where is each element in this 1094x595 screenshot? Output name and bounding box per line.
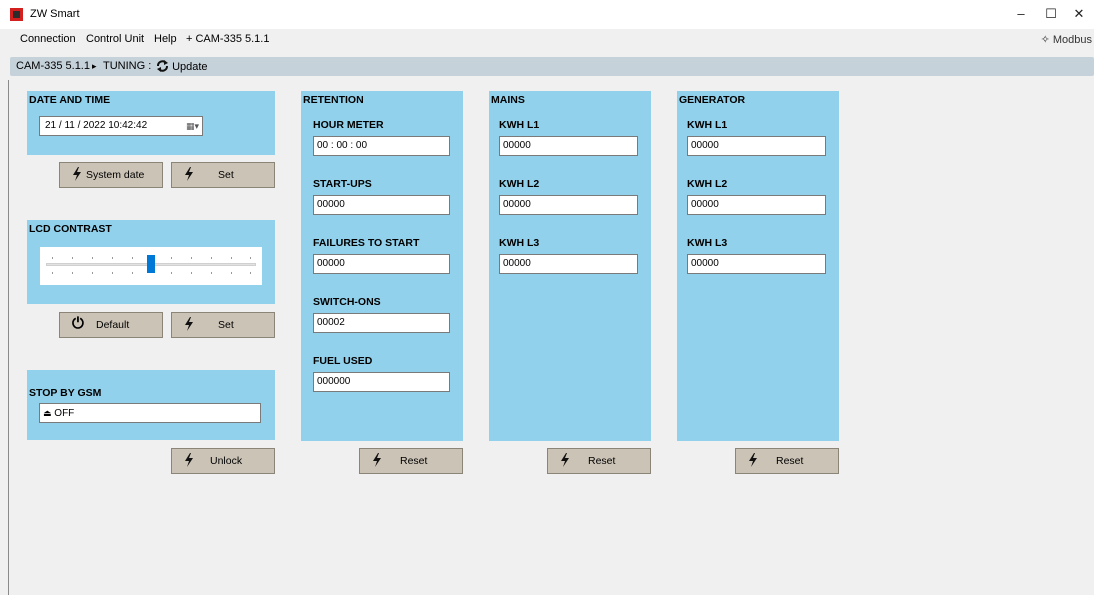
close-button[interactable]: ✕ (1064, 4, 1094, 24)
retention-reset-button[interactable]: Reset (359, 448, 463, 474)
protocol-indicator: ✧ Modbus (1040, 34, 1092, 46)
switchons-label: SWITCH-ONS (313, 296, 381, 308)
date-time-picker[interactable]: 21 / 11 / 2022 10:42:42 ▦▾ (39, 116, 203, 136)
lightning-icon (184, 167, 194, 184)
unlock-label: Unlock (210, 455, 243, 467)
switchons-field[interactable]: 00002 (313, 313, 450, 333)
panel-title: RETENTION (303, 94, 364, 106)
mains-l2-field[interactable]: 00000 (499, 195, 638, 215)
generator-reset-label: Reset (776, 455, 804, 467)
fuel-field[interactable]: 000000 (313, 372, 450, 392)
breadcrumb: CAM-335 5.1.1 ▸ TUNING : Update (10, 57, 1094, 76)
default-button[interactable]: ⏻ Default (59, 312, 163, 338)
app-window: ZW Smart – ☐ ✕ Connection Control Unit H… (0, 0, 1094, 595)
contrast-set-label: Set (218, 319, 234, 331)
generator-l3-label: KWH L3 (687, 237, 728, 249)
generator-l3-field[interactable]: 00000 (687, 254, 826, 274)
generator-l1-field[interactable]: 00000 (687, 136, 826, 156)
lightning-icon (184, 453, 194, 470)
contrast-slider[interactable] (40, 247, 262, 285)
menu-control-unit[interactable]: Control Unit (86, 33, 144, 45)
failures-label: FAILURES TO START (313, 237, 420, 249)
mains-reset-button[interactable]: Reset (547, 448, 651, 474)
lock-icon: ⏏ (43, 408, 52, 418)
calendar-dropdown-icon[interactable]: ▦▾ (186, 117, 199, 135)
lightning-icon (184, 317, 194, 334)
gsm-status-value: OFF (54, 408, 75, 419)
startups-field[interactable]: 00000 (313, 195, 450, 215)
mains-l1-label: KWH L1 (499, 119, 540, 131)
menu-bar: Connection Control Unit Help + CAM-335 5… (0, 29, 1094, 51)
maximize-button[interactable]: ☐ (1036, 4, 1066, 24)
panel-title: MAINS (491, 94, 525, 106)
date-time-value: 21 / 11 / 2022 10:42:42 (45, 120, 148, 131)
generator-panel: GENERATOR KWH L1 00000 KWH L2 00000 KWH … (677, 91, 839, 441)
generator-l2-field[interactable]: 00000 (687, 195, 826, 215)
contrast-set-button[interactable]: Set (171, 312, 275, 338)
update-button[interactable]: Update (156, 60, 316, 73)
panel-title: STOP BY GSM (29, 387, 102, 399)
window-title: ZW Smart (30, 8, 80, 20)
title-bar: ZW Smart – ☐ ✕ (0, 0, 1094, 29)
system-date-button[interactable]: System date (59, 162, 163, 188)
lightning-icon (72, 167, 82, 184)
default-label: Default (96, 319, 130, 331)
generator-reset-button[interactable]: Reset (735, 448, 839, 474)
mains-panel: MAINS KWH L1 00000 KWH L2 00000 KWH L3 0… (489, 91, 651, 441)
content-left-border (8, 80, 9, 595)
startups-label: START-UPS (313, 178, 372, 190)
retention-panel: RETENTION HOUR METER 00 : 00 : 00 START-… (301, 91, 463, 441)
date-set-button[interactable]: Set (171, 162, 275, 188)
date-set-label: Set (218, 169, 234, 181)
mains-reset-label: Reset (588, 455, 616, 467)
refresh-icon (157, 60, 168, 72)
unlock-button[interactable]: Unlock (171, 448, 275, 474)
mains-l2-label: KWH L2 (499, 178, 540, 190)
fuel-label: FUEL USED (313, 355, 373, 367)
breadcrumb-section: TUNING : (103, 60, 152, 72)
app-logo-icon (10, 8, 23, 21)
retention-reset-label: Reset (400, 455, 428, 467)
mains-l3-field[interactable]: 00000 (499, 254, 638, 274)
update-label: Update (172, 61, 208, 73)
menu-help[interactable]: Help (154, 33, 177, 45)
minimize-button[interactable]: – (1006, 4, 1036, 24)
panel-title: LCD CONTRAST (29, 223, 112, 235)
stop-by-gsm-panel: STOP BY GSM ⏏ OFF (27, 370, 275, 440)
lightning-icon (560, 453, 570, 470)
mains-l3-label: KWH L3 (499, 237, 540, 249)
failures-field[interactable]: 00000 (313, 254, 450, 274)
generator-l2-label: KWH L2 (687, 178, 728, 190)
hour-meter-field[interactable]: 00 : 00 : 00 (313, 136, 450, 156)
lightning-icon (748, 453, 758, 470)
system-date-label: System date (86, 169, 145, 181)
slider-thumb[interactable] (147, 255, 155, 273)
lightning-icon (372, 453, 382, 470)
hour-meter-label: HOUR METER (313, 119, 384, 131)
generator-l1-label: KWH L1 (687, 119, 728, 131)
mains-l1-field[interactable]: 00000 (499, 136, 638, 156)
panel-title: GENERATOR (679, 94, 746, 106)
power-icon: ⏻ (72, 315, 84, 332)
breadcrumb-separator: ▸ (92, 61, 97, 71)
menu-device-tab[interactable]: + CAM-335 5.1.1 (186, 33, 269, 45)
gsm-status-field[interactable]: ⏏ OFF (39, 403, 261, 423)
breadcrumb-device[interactable]: CAM-335 5.1.1 (16, 60, 90, 72)
panel-title: DATE AND TIME (29, 94, 111, 106)
date-time-panel: DATE AND TIME 21 / 11 / 2022 10:42:42 ▦▾ (27, 91, 275, 155)
menu-connection[interactable]: Connection (20, 33, 76, 45)
